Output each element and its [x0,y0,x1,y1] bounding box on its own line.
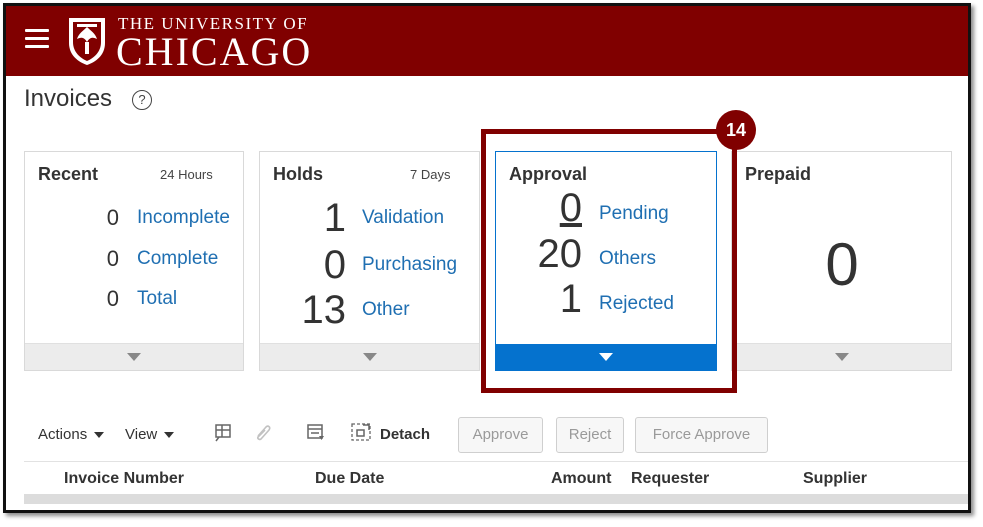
help-icon[interactable]: ? [132,90,152,110]
recent-card: Recent 24 Hours 0 Incomplete 0 Complete … [24,151,244,371]
recent-complete-link[interactable]: Complete [137,248,218,270]
holds-validation-count: 1 [323,196,346,240]
view-menu-label: View [125,426,158,443]
university-crest-icon [69,18,105,65]
holds-purchasing-link[interactable]: Purchasing [362,254,457,276]
prepaid-card-title: Prepaid [745,164,812,184]
annotation-highlight-box [481,129,737,393]
holds-other-count: 13 [301,288,347,332]
detach-icon[interactable] [350,422,372,442]
page-title: Invoices [24,85,113,112]
attachment-icon[interactable] [252,422,274,442]
caret-down-icon [94,432,105,439]
holds-purchasing-count: 0 [323,243,346,287]
menu-icon[interactable] [25,29,49,49]
app-window: THE UNIVERSITY OF CHICAGO Invoices ? Rec… [3,3,971,513]
holds-other-link[interactable]: Other [362,299,410,321]
chevron-down-icon [362,353,377,361]
column-header-due-date[interactable]: Due Date [315,470,384,488]
holds-card-expand[interactable] [260,343,479,370]
table-horizontal-scrollbar[interactable] [24,494,968,504]
caret-down-icon [164,432,175,439]
column-header-amount[interactable]: Amount [551,470,611,488]
prepaid-card-expand[interactable] [732,343,951,370]
prepaid-card: Prepaid 0 [731,151,952,371]
actions-menu-label: Actions [38,426,88,443]
chevron-down-icon [127,353,141,361]
university-name-line2: CHICAGO [116,29,313,74]
recent-incomplete-count: 0 [106,205,119,230]
holds-card: Holds 7 Days 1 Validation 0 Purchasing 1… [259,151,480,371]
recent-total-count: 0 [106,286,119,311]
recent-total-link[interactable]: Total [137,288,177,310]
recent-card-period: 24 Hours [160,167,213,182]
recent-card-title: Recent [38,164,99,184]
reject-button[interactable]: Reject [556,417,624,453]
freeze-icon[interactable] [212,422,234,442]
actions-menu[interactable]: Actions [38,426,105,443]
view-menu[interactable]: View [125,426,175,443]
recent-card-expand[interactable] [25,343,243,370]
column-header-supplier[interactable]: Supplier [803,470,867,488]
recent-complete-count: 0 [106,246,119,271]
recent-incomplete-link[interactable]: Incomplete [137,207,230,229]
annotation-step-badge: 14 [716,110,756,150]
global-header: THE UNIVERSITY OF CHICAGO [6,6,968,76]
detach-button[interactable]: Detach [380,426,430,443]
holds-validation-link[interactable]: Validation [362,207,444,229]
force-approve-button[interactable]: Force Approve [635,417,768,453]
holds-card-period: 7 Days [410,167,451,182]
column-header-requester[interactable]: Requester [631,470,709,488]
column-header-invoice-number[interactable]: Invoice Number [64,470,184,488]
wrap-icon[interactable] [305,422,327,442]
holds-card-title: Holds [273,164,324,184]
prepaid-count[interactable]: 0 [792,230,892,299]
approve-button[interactable]: Approve [458,417,543,453]
chevron-down-icon [834,353,849,361]
